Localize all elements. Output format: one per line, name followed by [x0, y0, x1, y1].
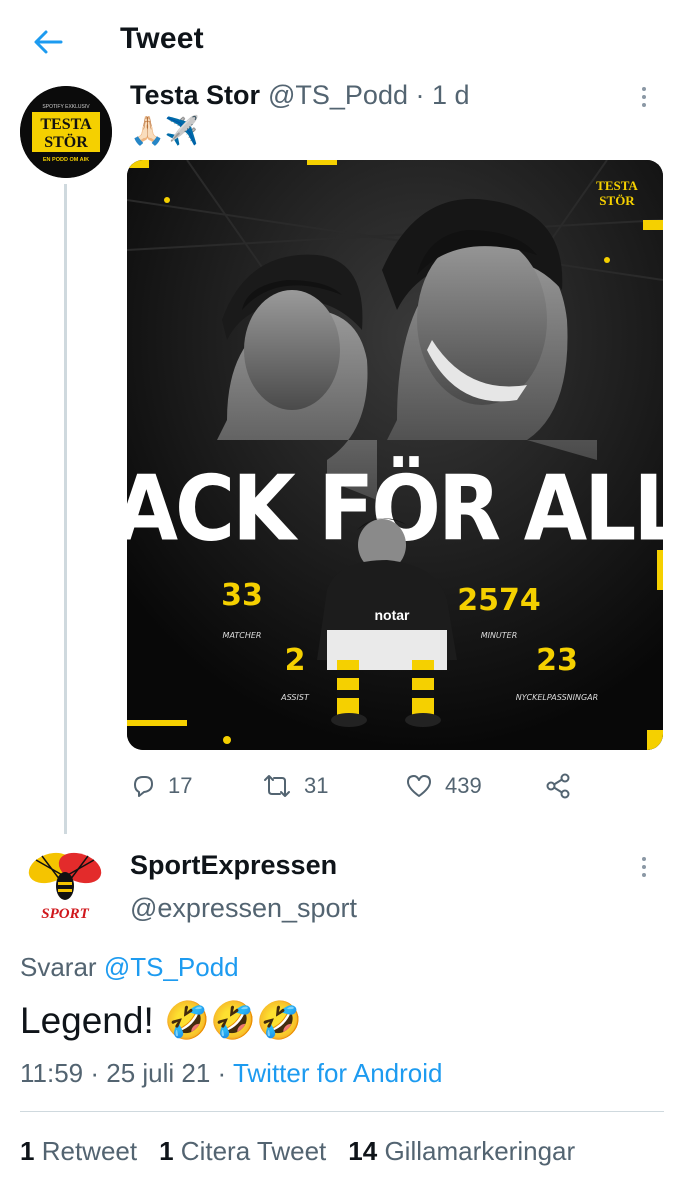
more-options-button[interactable]: [640, 86, 648, 113]
svg-text:notar: notar: [375, 607, 411, 623]
heart-icon: [407, 775, 431, 797]
like-button[interactable]: 439: [405, 766, 482, 806]
svg-text:TESTA: TESTA: [596, 178, 638, 193]
svg-text:STÖR: STÖR: [599, 193, 635, 208]
thread-connector: [64, 184, 67, 834]
retweets-stat[interactable]: 1 Retweet: [20, 1136, 137, 1166]
tweet-text: Legend! 🤣🤣🤣: [20, 1000, 303, 1041]
reply-button[interactable]: 17: [130, 766, 192, 806]
tweet-media-image[interactable]: TESTA STÖR TACK FÖR ALLT: [127, 160, 663, 750]
tweet-client-link[interactable]: Twitter for Android: [233, 1058, 443, 1088]
share-icon: [546, 773, 570, 799]
svg-text:SPORT: SPORT: [41, 906, 89, 922]
svg-text:STÖR: STÖR: [44, 133, 88, 151]
svg-text:SPOTIFY EXKLUSIV: SPOTIFY EXKLUSIV: [42, 104, 90, 110]
author-name[interactable]: Testa Stor: [130, 80, 260, 111]
sportexpressen-logo: SPORT: [28, 852, 102, 922]
replying-mention-link[interactable]: @TS_Podd: [104, 952, 239, 982]
tweet-action-bar: 17 31 439: [130, 766, 650, 806]
tweet-timestamp[interactable]: 11:59 · 25 juli 21 ·: [20, 1058, 233, 1088]
tweet-text: 🙏🏻✈️: [130, 115, 200, 146]
page-title: Tweet: [120, 22, 204, 55]
svg-text:2: 2: [285, 643, 306, 678]
like-count: 439: [445, 773, 482, 798]
svg-text:ASSIST: ASSIST: [280, 693, 310, 702]
arrow-left-icon: [34, 30, 63, 54]
retweet-button[interactable]: 31: [262, 766, 328, 806]
top-app-bar: Tweet: [0, 0, 684, 82]
replying-to: Svarar @TS_Podd: [20, 952, 239, 983]
testa-stor-logo: SPOTIFY EXKLUSIV TESTA STÖR EN PODD OM A…: [20, 86, 112, 178]
svg-text:23: 23: [536, 643, 578, 678]
more-vertical-icon: [642, 857, 646, 877]
more-options-button[interactable]: [640, 856, 648, 883]
svg-text:MATCHER: MATCHER: [223, 631, 262, 640]
author-handle-time: @TS_Podd · 1 d: [268, 80, 470, 110]
tweet-engagement-stats: 1 Retweet 1 Citera Tweet 14 Gillamarkering…: [20, 1136, 575, 1167]
retweet-count: 31: [304, 773, 329, 798]
back-button[interactable]: [28, 22, 68, 62]
svg-text:NYCKELPASSNINGAR: NYCKELPASSNINGAR: [516, 693, 598, 702]
quotes-stat[interactable]: 1 Citera Tweet: [159, 1136, 326, 1166]
share-button[interactable]: [544, 766, 572, 806]
svg-text:2574: 2574: [457, 583, 541, 618]
reply-icon: [134, 776, 153, 797]
svg-text:EN PODD OM AIK: EN PODD OM AIK: [43, 157, 89, 163]
svg-text:TESTA: TESTA: [40, 116, 92, 133]
author-name[interactable]: SportExpressen: [130, 850, 337, 881]
svg-text:33: 33: [221, 578, 263, 613]
tack-for-allt-graphic: TESTA STÖR TACK FÖR ALLT: [127, 160, 663, 750]
avatar-testa-stor[interactable]: SPOTIFY EXKLUSIV TESTA STÖR EN PODD OM A…: [20, 86, 112, 178]
more-vertical-icon: [642, 87, 646, 107]
divider: [20, 1111, 664, 1112]
replying-prefix: Svarar: [20, 952, 97, 982]
avatar-sportexpressen[interactable]: SPORT: [20, 838, 110, 928]
reply-count: 17: [168, 773, 193, 798]
tweet-metadata: 11:59 · 25 juli 21 · Twitter for Android: [20, 1058, 443, 1089]
likes-stat[interactable]: 14 Gillamarkeringar: [348, 1136, 575, 1166]
author-handle[interactable]: @expressen_sport: [130, 893, 357, 924]
retweet-icon: [264, 775, 290, 797]
svg-text:MINUTER: MINUTER: [481, 631, 518, 640]
